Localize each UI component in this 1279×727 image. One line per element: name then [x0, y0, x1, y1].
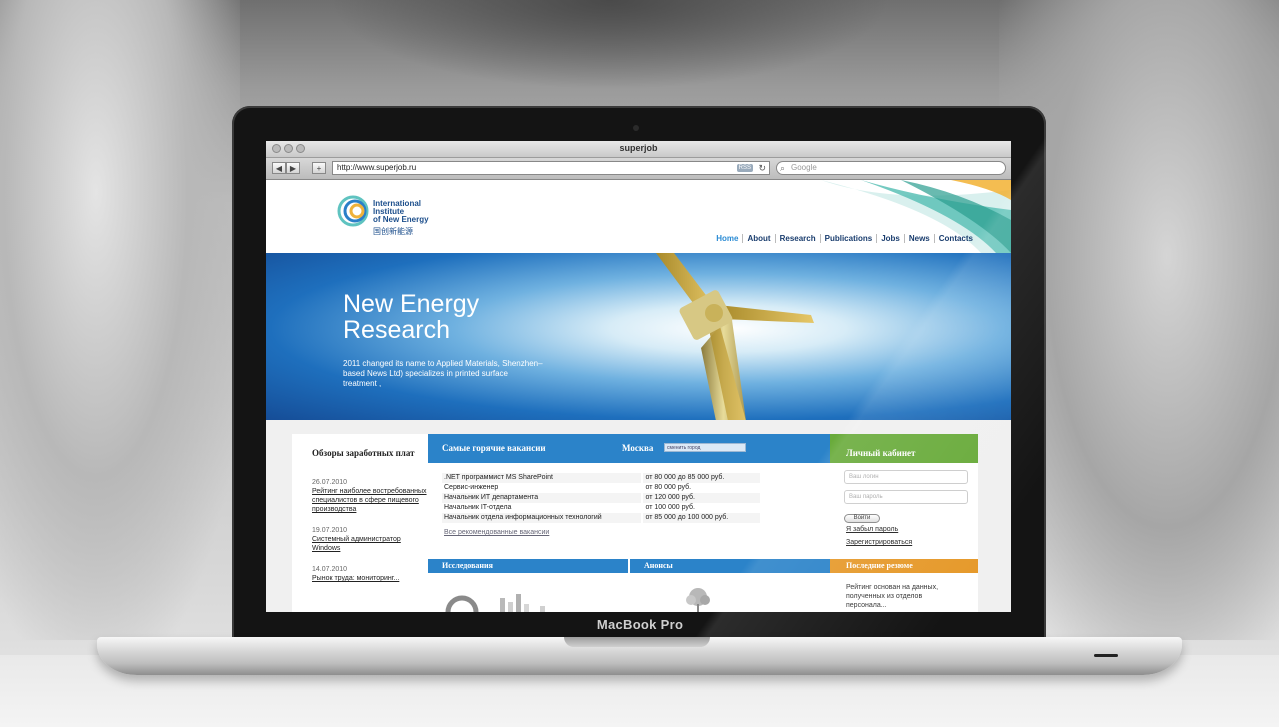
site-header: International Institute of New Energy 国创…	[266, 180, 1011, 253]
hero-banner: New Energy Research 2011 changed its nam…	[266, 253, 1011, 421]
login-field[interactable]: Ваш логин	[844, 470, 968, 484]
news-date: 26.07.2010	[312, 479, 348, 486]
hot-vacancies-header: Самые горячие вакансии Москва сменить го…	[428, 434, 830, 463]
latest-resumes-header: Последние резюме	[830, 559, 978, 573]
window-title: superjob	[619, 143, 658, 153]
reload-icon[interactable]: ↻	[758, 162, 766, 174]
vacancy-title[interactable]: Начальник IT-отдела	[442, 503, 642, 513]
nav-jobs[interactable]: Jobs	[876, 234, 904, 243]
back-icon: ◀	[275, 164, 283, 173]
laptop-hinge-notch	[564, 637, 710, 647]
all-vacancies-link[interactable]: Все рекомендованные вакансии	[444, 529, 549, 536]
hot-vacancies-column: Самые горячие вакансии Москва сменить го…	[428, 434, 830, 612]
table-row[interactable]: Сервис-инженер от 80 000 руб.	[442, 483, 760, 493]
add-bookmark-button[interactable]: +	[312, 162, 326, 174]
back-button[interactable]: ◀	[272, 162, 286, 174]
salary-reviews-heading: Обзоры заработных плат	[312, 448, 415, 458]
hero-title-line-2: Research	[343, 316, 450, 344]
background-shadow	[330, 0, 890, 90]
table-row[interactable]: Начальник отдела информационных технолог…	[442, 513, 760, 523]
browser-toolbar: ◀ ▶ + http://www.superjob.ru RSS ↻ ⌕ Goo…	[266, 158, 1011, 180]
hero-title: New Energy Research	[343, 291, 479, 343]
nav-contacts[interactable]: Contacts	[933, 234, 977, 243]
vacancy-salary: от 80 000 до 85 000 руб.	[643, 473, 760, 483]
vacancy-salary: от 100 000 руб.	[643, 503, 760, 513]
news-link[interactable]: Рейтинг наиболее востребованных специали…	[312, 487, 428, 514]
news-list: 26.07.2010 Рейтинг наиболее востребованн…	[292, 478, 428, 583]
nav-research[interactable]: Research	[774, 234, 820, 243]
hot-vacancies-heading: Самые горячие вакансии	[442, 443, 546, 453]
camera-icon	[633, 125, 639, 131]
table-row[interactable]: Начальник IT-отдела от 100 000 руб.	[442, 503, 760, 513]
salary-reviews-column: Обзоры заработных плат 26.07.2010 Рейтин…	[292, 434, 428, 612]
announcements-header[interactable]: Анонсы	[630, 559, 830, 573]
vacancy-title[interactable]: Начальник отдела информационных технолог…	[442, 513, 642, 523]
register-link[interactable]: Зарегистрироваться	[846, 539, 912, 546]
address-bar[interactable]: http://www.superjob.ru RSS ↻	[332, 161, 770, 175]
news-link[interactable]: Рынок труда: мониторинг...	[312, 574, 428, 583]
vacancy-salary: от 120 000 руб.	[643, 493, 760, 503]
nav-about[interactable]: About	[742, 234, 774, 243]
table-row[interactable]: Начальник ИТ департамента от 120 000 руб.	[442, 493, 760, 503]
news-date: 19.07.2010	[312, 527, 348, 534]
vacancy-salary: от 85 000 до 100 000 руб.	[643, 513, 760, 523]
vacancy-title[interactable]: Начальник ИТ департамента	[442, 493, 642, 503]
background-blur-left	[0, 0, 240, 640]
laptop-brand-label: MacBook Pro	[596, 617, 684, 632]
job-portal-section: Обзоры заработных плат 26.07.2010 Рейтин…	[266, 420, 1011, 612]
news-date: 14.07.2010	[312, 566, 348, 573]
main-nav: Home About Research Publications Jobs Ne…	[712, 234, 977, 243]
forward-button[interactable]: ▶	[286, 162, 300, 174]
table-row[interactable]: .NET программист MS SharePoint от 80 000 …	[442, 473, 760, 483]
wind-turbine-image	[656, 253, 814, 421]
search-icon: ⌕	[780, 163, 786, 173]
rss-icon[interactable]: RSS	[736, 164, 753, 172]
research-header[interactable]: Исследования	[428, 559, 628, 573]
hero-description: 2011 changed its name to Applied Materia…	[343, 359, 543, 388]
research-chart-thumbnail	[445, 594, 545, 612]
login-button[interactable]: Войти	[844, 514, 880, 523]
hero-title-line-1: New Energy	[343, 290, 480, 318]
city-select[interactable]: сменить город	[664, 443, 746, 452]
browser-titlebar: superjob	[266, 141, 1011, 158]
logo-line-3: of New Energy	[373, 215, 429, 224]
nav-publications[interactable]: Publications	[819, 234, 877, 243]
institute-logo-icon[interactable]	[336, 194, 370, 228]
latest-resumes-heading[interactable]: Последние резюме	[830, 559, 913, 573]
search-placeholder: Google	[791, 163, 817, 172]
news-link[interactable]: Системный администратор Windows	[312, 535, 428, 553]
password-field[interactable]: Ваш пароль	[844, 490, 968, 504]
vacancy-salary: от 80 000 руб.	[643, 483, 760, 493]
personal-account-column: Личный кабинет Ваш логин Ваш пароль Войт…	[830, 434, 978, 612]
latest-resumes-text: Рейтинг основан на данных, полученных из…	[846, 584, 939, 609]
nav-home[interactable]: Home	[712, 234, 742, 243]
nav-news[interactable]: News	[903, 234, 934, 243]
url-text: http://www.superjob.ru	[337, 163, 417, 172]
tree-icon	[686, 588, 710, 612]
forward-icon: ▶	[289, 164, 297, 173]
vacancy-table: .NET программист MS SharePoint от 80 000 …	[442, 473, 760, 523]
sleep-indicator-light	[1094, 654, 1118, 657]
search-input[interactable]: ⌕ Google	[776, 161, 1006, 175]
city-label: Москва	[622, 443, 654, 453]
plus-icon: +	[316, 164, 322, 173]
forgot-password-link[interactable]: Я забыл пароль	[846, 526, 898, 533]
laptop-screen: superjob ◀ ▶ + http://www.superjob.ru RS…	[266, 141, 1011, 612]
institute-name[interactable]: International Institute of New Energy	[373, 200, 429, 224]
vacancy-title[interactable]: .NET программист MS SharePoint	[442, 473, 642, 483]
institute-name-chinese: 国创新能源	[373, 227, 413, 236]
vacancy-title[interactable]: Сервис-инженер	[442, 483, 642, 493]
personal-account-header: Личный кабинет	[830, 434, 978, 463]
personal-account-heading: Личный кабинет	[846, 448, 916, 458]
